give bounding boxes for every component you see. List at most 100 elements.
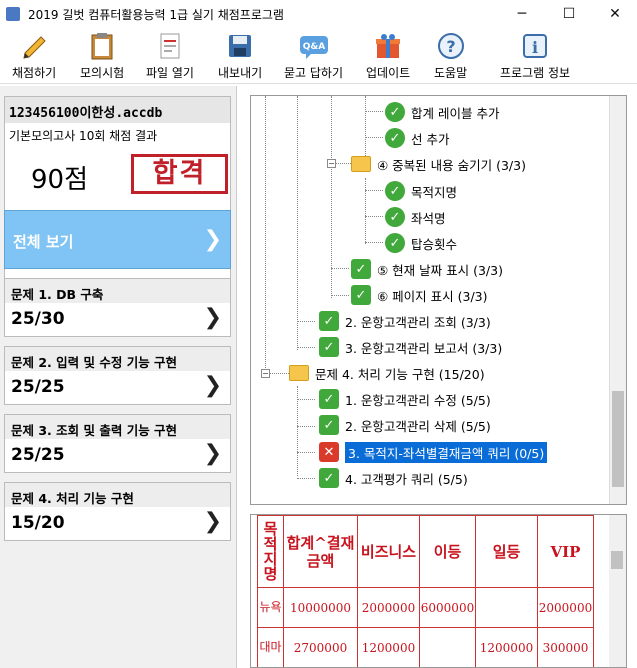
query-result-grid: 목적지명 합계^결재금액 비즈니스 이등 일등 VIP 뉴욕 10000000 … [250,514,627,668]
problem-title: 문제 3. 조회 및 출력 기능 구현 [5,415,230,439]
left-panel: 123456100이한성.accdb 기본모의고사 10회 채점 결과 90점 … [0,86,237,668]
problem-title: 문제 1. DB 구축 [5,279,230,303]
mock-exam-button[interactable]: 모의시험 [80,30,124,81]
help-button[interactable]: ? 도움말 [434,30,467,81]
column-header: 목적지명 [257,515,284,588]
table-cell: 2000000 [537,587,594,628]
result-table: 목적지명 합계^결재금액 비즈니스 이등 일등 VIP 뉴욕 10000000 … [257,515,594,667]
problem-title: 문제 4. 처리 기능 구현 [5,483,230,507]
fail-x-icon: ✕ [319,442,339,462]
tree-node[interactable]: ✓ 2. 운항고객관리 조회 (3/3) [319,310,491,332]
table-cell [475,587,538,628]
check-icon: ✓ [385,207,405,227]
check-icon: ✓ [319,389,339,409]
column-header: 비즈니스 [357,515,420,588]
chevron-right-icon: ❯ [203,441,222,466]
scrollbar-thumb[interactable] [612,391,624,487]
column-header: 합계^결재금액 [283,515,358,588]
problem-score: 25/25 [11,377,65,397]
problem-title: 문제 2. 입력 및 수정 기능 구현 [5,347,230,371]
all-view-label: 전체 보기 [13,233,74,251]
problem-score: 25/25 [11,445,65,465]
column-header: 일등 [475,515,538,588]
collapse-icon[interactable]: − [327,159,336,168]
program-info-button[interactable]: i 프로그램 정보 [500,30,570,81]
column-header: 이등 [419,515,476,588]
pass-stamp: 합격 [131,154,228,194]
chevron-right-icon: ❯ [203,305,222,330]
open-file-button[interactable]: 파일 열기 [146,30,194,81]
tree-node[interactable]: ✓ 3. 운항고객관리 보고서 (3/3) [319,336,502,358]
problem-score: 15/20 [11,513,65,533]
table-cell: 대마 [257,627,284,667]
tree-node[interactable]: ✓ 4. 고객평가 쿼리 (5/5) [319,467,468,489]
tree-node[interactable]: ✓ 1. 운항고객관리 수정 (5/5) [319,388,491,410]
save-disk-icon [224,30,256,62]
chevron-right-icon: ❯ [203,373,222,398]
tree-node[interactable]: ④ 중복된 내용 숨기기 (3/3) [351,153,526,175]
table-cell: 6000000 [419,587,476,628]
problem-4-button[interactable]: 문제 4. 처리 기능 구현 15/20 ❯ [4,482,231,541]
scrollbar-thumb[interactable] [611,551,623,569]
tree-node[interactable]: ✓ 목적지명 [385,180,457,202]
check-icon: ✓ [319,337,339,357]
minimize-button[interactable]: ─ [499,0,545,28]
tree-node-selected[interactable]: ✕ 3. 목적지-좌석별결재금액 쿼리 (0/5) [319,441,548,463]
gift-icon [372,30,404,62]
check-icon: ✓ [351,259,371,279]
total-score: 90점 [31,165,89,195]
tree-node[interactable]: ✓ 탑승횟수 [385,232,457,254]
pencil-icon [18,30,50,62]
grading-tree[interactable]: − − ✓ 합계 레이블 추가 ✓ 선 추가 ④ 중복된 내용 숨기기 (3/3) … [250,95,627,505]
table-cell: 뉴욕 [257,587,284,628]
close-button[interactable]: ✕ [592,0,637,28]
check-icon: ✓ [319,311,339,331]
column-header: VIP [537,515,594,588]
problem-3-button[interactable]: 문제 3. 조회 및 출력 기능 구현 25/25 ❯ [4,414,231,473]
problem-1-button[interactable]: 문제 1. DB 구축 25/30 ❯ [4,278,231,337]
check-icon: ✓ [319,415,339,435]
info-icon: i [519,30,551,62]
tree-scrollbar[interactable] [609,96,626,504]
tree-node[interactable]: 문제 4. 처리 기능 구현 (15/20) [289,362,485,384]
table-row: 대마 2700000 1200000 1200000 300000 [257,627,594,667]
folder-icon [289,365,309,381]
tree-node[interactable]: ✓ 선 추가 [385,127,449,149]
tree-node[interactable]: ✓ 좌석명 [385,206,446,228]
check-icon: ✓ [319,468,339,488]
table-cell: 1200000 [475,627,538,667]
qa-icon: Q&A [298,30,330,62]
qa-button[interactable]: Q&A 묻고 답하기 [284,30,343,81]
clipboard-icon [86,30,118,62]
grade-button[interactable]: 채점하기 [12,30,56,81]
grid-scrollbar[interactable] [609,515,626,667]
result-filename: 123456100이한성.accdb [5,97,230,123]
svg-text:Q&A: Q&A [302,42,324,52]
check-icon: ✓ [351,285,371,305]
table-cell: 1200000 [357,627,420,667]
toolbar: 채점하기 모의시험 파일 열기 내보내기 Q&A 묻고 답하기 업데이트 ? 도 [0,28,637,84]
tree-node[interactable]: ✓ 합계 레이블 추가 [385,101,499,123]
check-icon: ✓ [385,181,405,201]
collapse-icon[interactable]: − [261,369,270,378]
folder-icon [351,156,371,172]
window-title: 2019 길벗 컴퓨터활용능력 1급 실기 채점프로그램 [28,7,284,22]
export-button[interactable]: 내보내기 [218,30,262,81]
chevron-right-icon: ❯ [203,227,222,252]
tree-node[interactable]: ✓ ⑥ 페이지 표시 (3/3) [351,284,488,306]
table-cell: 2700000 [283,627,358,667]
check-icon: ✓ [385,128,405,148]
table-cell: 2000000 [357,587,420,628]
problem-2-button[interactable]: 문제 2. 입력 및 수정 기능 구현 25/25 ❯ [4,346,231,405]
maximize-button[interactable]: ☐ [546,0,592,28]
table-cell [419,627,476,667]
table-cell: 300000 [537,627,594,667]
result-subtitle: 기본모의고사 10회 채점 결과 [9,129,158,143]
tree-node[interactable]: ✓ ⑤ 현재 날짜 표시 (3/3) [351,258,503,280]
all-view-button[interactable]: 전체 보기 ❯ [4,210,231,269]
tree-node[interactable]: ✓ 2. 운항고객관리 삭제 (5/5) [319,414,491,436]
table-cell: 10000000 [283,587,358,628]
check-icon: ✓ [385,233,405,253]
update-button[interactable]: 업데이트 [366,30,410,81]
check-icon: ✓ [385,102,405,122]
